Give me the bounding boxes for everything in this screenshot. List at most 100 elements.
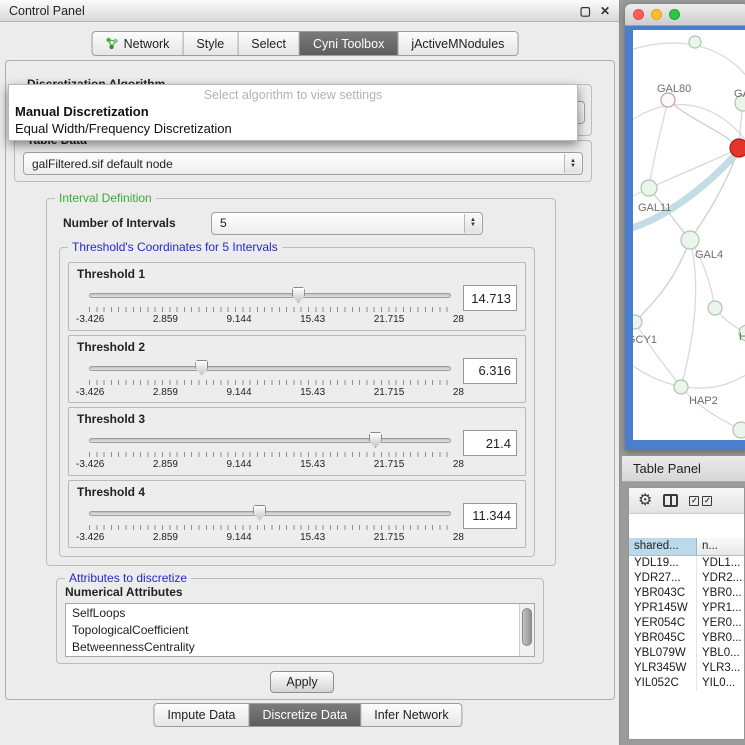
tab-network[interactable]: Network [93,32,184,55]
number-of-intervals-label: Number of Intervals [63,216,211,230]
slider-ticks [89,525,451,530]
table-row[interactable]: YBR043CYBR0... [629,586,744,601]
table-row[interactable]: YLR345WYLR3... [629,661,744,676]
table-cell: YBR0... [697,586,744,601]
slider-thumb[interactable] [292,287,305,303]
network-node-selected[interactable] [730,139,745,157]
tab-impute-data[interactable]: Impute Data [154,704,249,726]
threshold-slider[interactable]: -3.4262.8599.14415.4321.71528 [89,430,451,472]
network-node[interactable] [681,231,699,249]
slider-track[interactable] [89,438,451,443]
slider-track[interactable] [89,366,451,371]
network-node[interactable] [633,315,642,329]
combo-stepper-icon[interactable]: ▲ ▼ [564,154,581,173]
threshold-value-field[interactable]: 11.344 [463,503,517,529]
network-node[interactable] [708,301,722,315]
network-node[interactable] [641,180,657,196]
slider-thumb[interactable] [195,360,208,376]
thresholds-group-label: Threshold's Coordinates for 5 Intervals [68,240,282,254]
table-row[interactable]: YDL19...YDL1... [629,556,744,571]
network-node[interactable] [674,380,688,394]
slider-track[interactable] [89,511,451,516]
node-label: GAL80 [657,83,691,95]
attributes-scrollbar-thumb[interactable] [522,608,532,645]
attributes-group: Attributes to discretize Numerical Attri… [56,578,544,664]
scale-tick-label: 28 [453,532,464,543]
attributes-scrollbar[interactable] [519,604,534,656]
slider-ticks [89,380,451,385]
tab-discretize-data[interactable]: Discretize Data [250,704,362,726]
slider-thumb[interactable] [253,505,266,521]
tab-infer-network[interactable]: Infer Network [361,704,461,726]
column-header-shared[interactable]: shared... [629,538,697,555]
scale-tick-label: 21.715 [374,314,405,325]
threshold-value-field[interactable]: 14.713 [463,285,517,311]
scale-tick-label: 21.715 [374,387,405,398]
table-rows: YDL19...YDL1...YDR27...YDR2...YBR043CYBR… [629,556,744,739]
numerical-attributes-list[interactable]: SelfLoopsTopologicalCoefficientBetweenne… [65,603,535,657]
scale-tick-label: 2.859 [153,314,178,325]
threshold-row: Threshold 1 -3.4262.8599.14415.4321.7152… [68,262,526,331]
table-cell: YIL0... [697,676,744,691]
table-row[interactable]: YBR045CYBR0... [629,631,744,646]
table-panel-window: ⚙ ✓ ✓ shared... n... YDL19...YDL1...YDR2… [628,487,745,740]
slider-track[interactable] [89,293,451,298]
table-cell: YDL19... [629,556,697,571]
algorithm-dropdown-popup: Select algorithm to view settings Manual… [8,84,578,141]
apply-button[interactable]: Apply [270,671,334,693]
tab-label: Discretize Data [263,708,348,722]
attribute-list-item[interactable]: BetweennessCentrality [66,638,534,655]
threshold-value-field[interactable]: 6.316 [463,358,517,384]
table-row[interactable]: YBL079WYBL0... [629,646,744,661]
table-data-combobox[interactable]: galFiltered.sif default node ▲ ▼ [23,152,583,175]
threshold-label: Threshold 4 [77,485,145,499]
scale-tick-label: -3.426 [76,459,104,470]
scale-tick-label: 2.859 [153,532,178,543]
scale-tick-label: 15.43 [300,387,325,398]
tab-select[interactable]: Select [238,32,300,55]
number-of-intervals-combobox[interactable]: 5 ▲ ▼ [211,212,483,235]
checkbox-icon: ✓ [702,496,712,506]
network-node[interactable] [661,93,675,107]
network-node[interactable] [689,36,701,48]
attribute-list-item[interactable]: SelfLoops [66,604,534,621]
attribute-list-item[interactable]: TopologicalCoefficient [66,621,534,638]
threshold-slider[interactable]: -3.4262.8599.14415.4321.71528 [89,358,451,400]
table-row[interactable]: YER054CYER0... [629,616,744,631]
table-cell: YDR2... [697,571,744,586]
network-svg[interactable]: GAL80GAGAL11GAL4GCY1HHAP2 [633,30,745,440]
algorithm-option[interactable]: Equal Width/Frequency Discretization [9,120,577,137]
table-row[interactable]: YDR27...YDR2... [629,571,744,586]
close-icon[interactable]: ✕ [600,4,610,18]
numerical-attributes-label: Numerical Attributes [65,585,183,599]
close-traffic-light[interactable] [633,9,644,20]
slider-thumb[interactable] [369,432,382,448]
slider-scale: -3.4262.8599.14415.4321.71528 [76,314,464,325]
algorithm-option[interactable]: Manual Discretization [9,103,577,120]
network-node[interactable] [733,422,745,438]
threshold-value-field[interactable]: 21.4 [463,430,517,456]
table-cell: YPR1... [697,601,744,616]
threshold-slider[interactable]: -3.4262.8599.14415.4321.71528 [89,285,451,327]
table-cell: YIL052C [629,676,697,691]
tab-cyni-toolbox[interactable]: Cyni Toolbox [300,32,398,55]
attributes-group-label: Attributes to discretize [65,571,191,585]
select-columns-icon[interactable]: ✓ ✓ [689,496,712,506]
table-row[interactable]: YIL052CYIL0... [629,676,744,691]
column-header-name[interactable]: n... [697,538,744,555]
columns-icon[interactable] [663,494,678,507]
restore-icon[interactable]: ▢ [580,4,591,18]
scale-tick-label: 9.144 [227,387,252,398]
gear-icon[interactable]: ⚙ [638,493,652,509]
table-data-group: Table Data galFiltered.sif default node … [14,140,592,182]
combo-stepper-icon[interactable]: ▲ ▼ [464,214,481,233]
network-canvas[interactable]: GAL80GAGAL11GAL4GCY1HHAP2 [633,30,745,440]
threshold-label: Threshold 1 [77,267,145,281]
threshold-slider[interactable]: -3.4262.8599.14415.4321.71528 [89,503,451,545]
tab-jactivemnodules[interactable]: jActiveMNodules [398,32,517,55]
tab-style[interactable]: Style [183,32,238,55]
minimize-traffic-light[interactable] [651,9,662,20]
table-row[interactable]: YPR145WYPR1... [629,601,744,616]
zoom-traffic-light[interactable] [669,9,680,20]
scale-tick-label: 28 [453,459,464,470]
